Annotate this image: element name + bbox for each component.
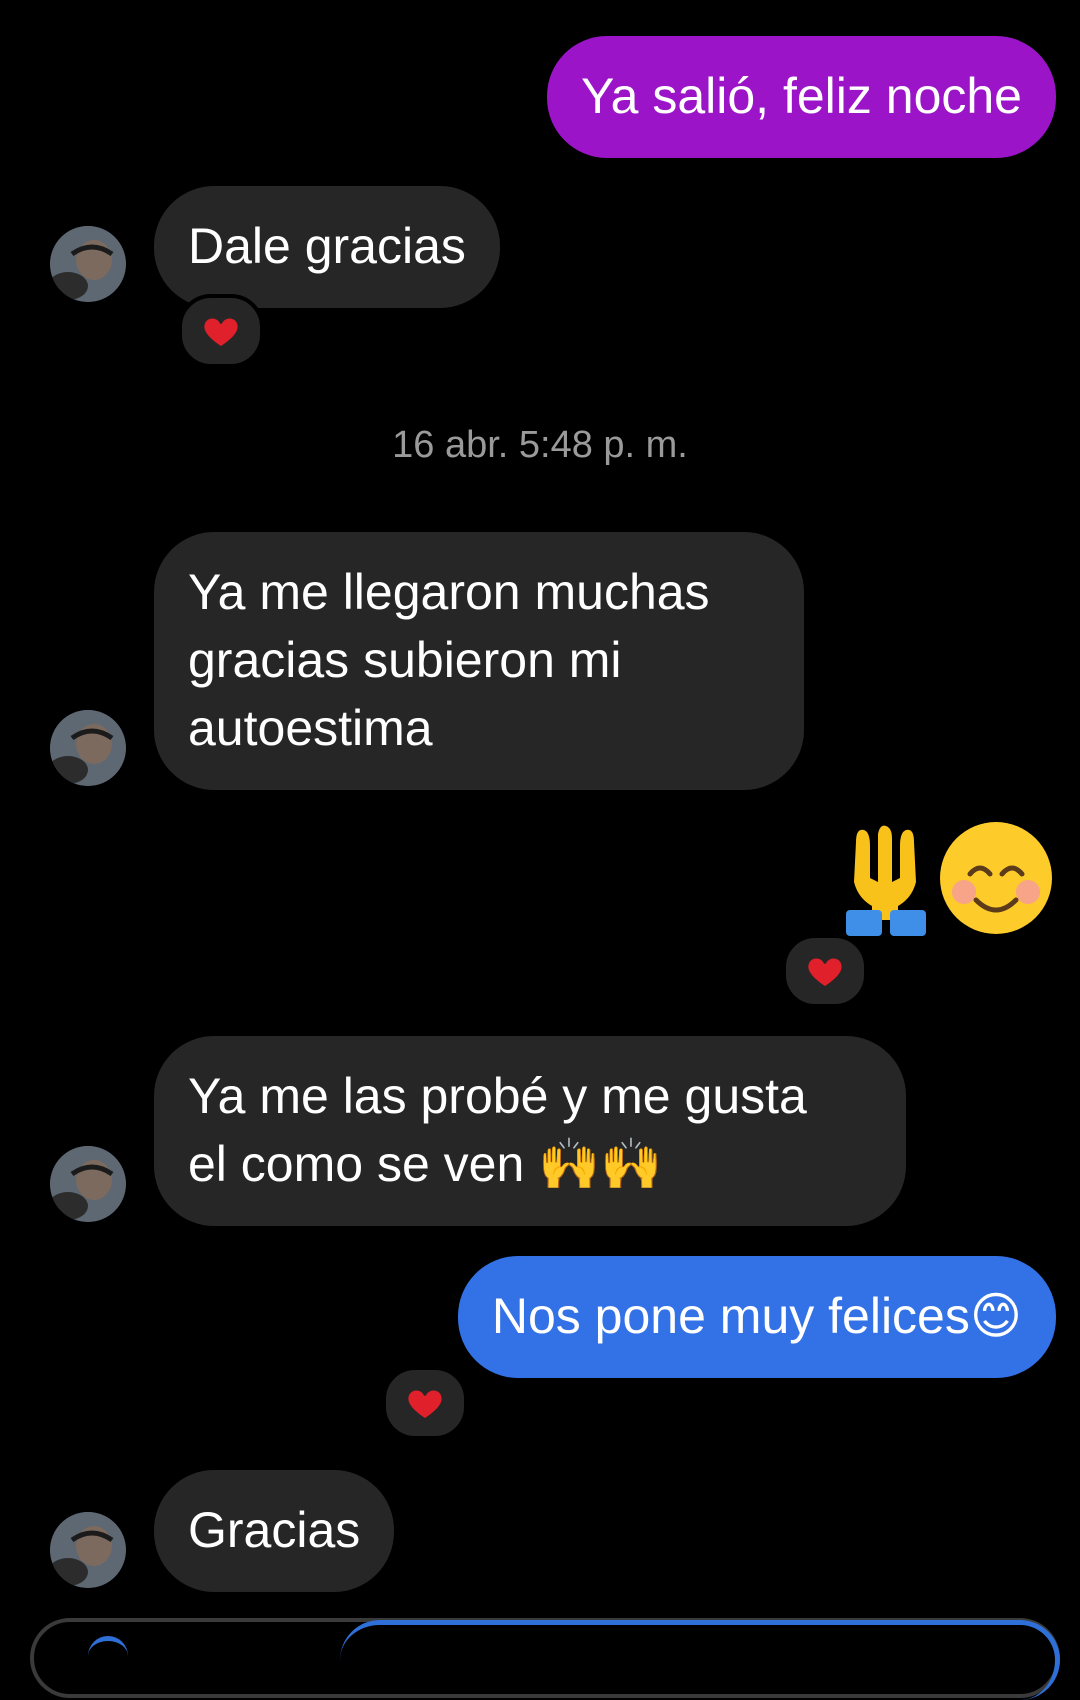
- heart-icon: [204, 318, 238, 346]
- reaction-heart[interactable]: [178, 294, 264, 368]
- message-bubble-incoming[interactable]: Gracias: [154, 1470, 395, 1592]
- message-emoji-outgoing[interactable]: [794, 820, 1054, 940]
- message-bubble-incoming[interactable]: Ya me las probé y me gusta el como se ve…: [154, 1036, 906, 1226]
- conversation-timestamp: 16 abr. 5:48 p. m.: [392, 424, 688, 466]
- contact-avatar[interactable]: [50, 1146, 126, 1222]
- reaction-heart[interactable]: [782, 934, 868, 1008]
- heart-icon: [408, 1390, 442, 1418]
- message-bubble-incoming[interactable]: Ya me llegaron muchas gracias subieron m…: [154, 532, 804, 790]
- message-bubble-outgoing[interactable]: Ya salió, feliz noche: [547, 36, 1056, 158]
- outgoing-message-partial[interactable]: [340, 1620, 1060, 1700]
- reaction-heart[interactable]: [382, 1366, 468, 1440]
- contact-avatar[interactable]: [50, 710, 126, 786]
- chat-thread[interactable]: Ya salió, feliz noche Dale gracias 16 ab…: [0, 0, 1080, 1700]
- message-bubble-incoming[interactable]: Dale gracias: [154, 186, 500, 308]
- message-bubble-outgoing[interactable]: Nos pone muy felices😊: [457, 1256, 1056, 1378]
- contact-avatar[interactable]: [50, 226, 126, 302]
- camera-icon[interactable]: [88, 1636, 128, 1676]
- smiling-face-emoji: [940, 822, 1052, 934]
- heart-icon: [808, 958, 842, 986]
- contact-avatar[interactable]: [50, 1512, 126, 1588]
- folded-hands-emoji: [846, 825, 926, 936]
